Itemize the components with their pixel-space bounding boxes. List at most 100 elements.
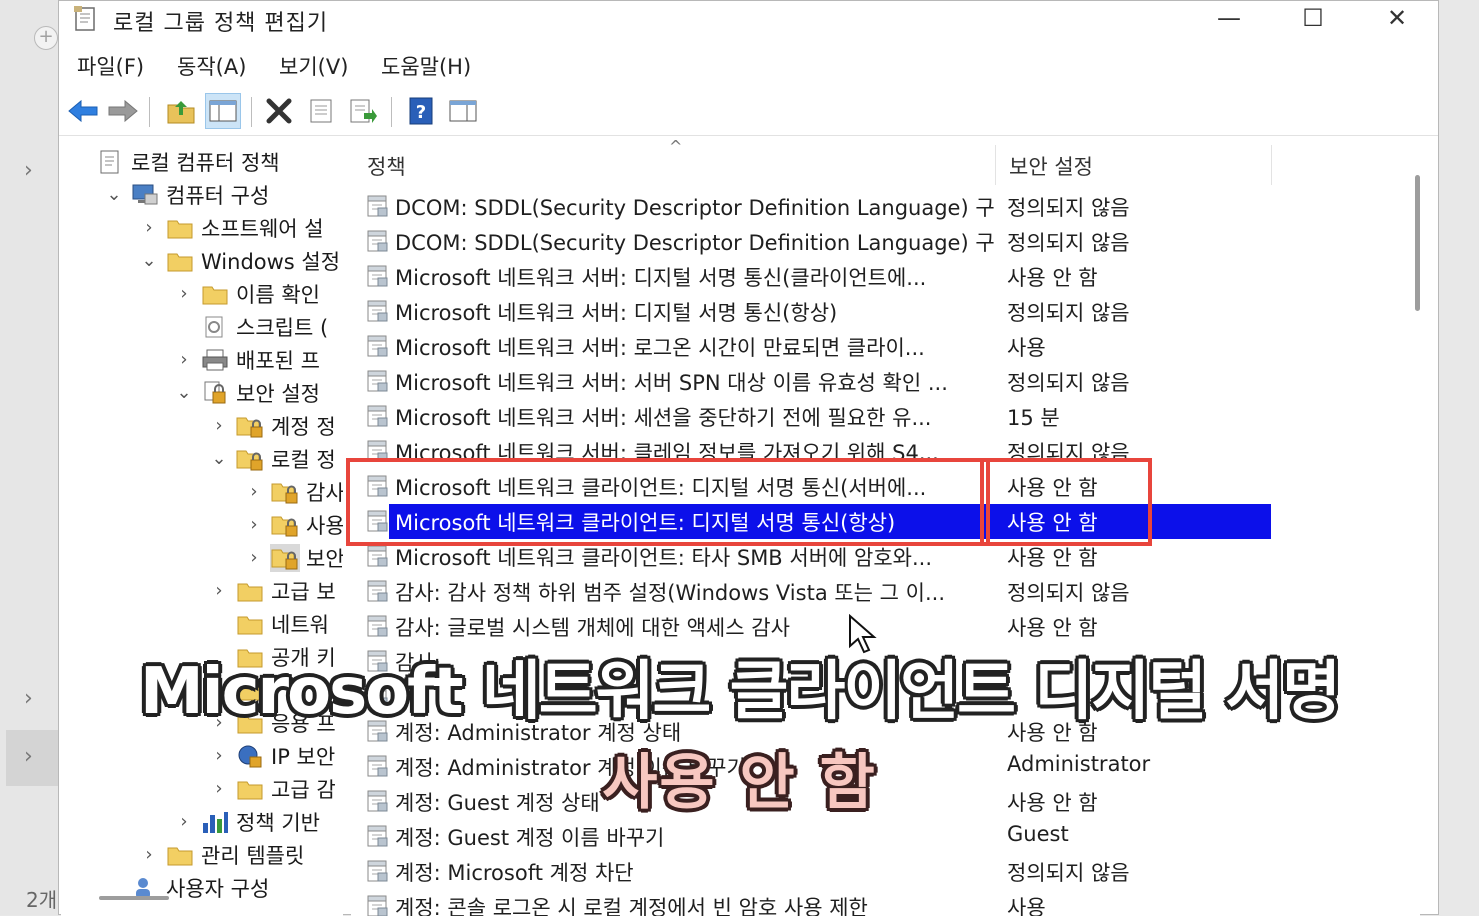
policy-name: Microsoft 네트워크 서버: 세션을 중단하기 전에 필요한 유... (395, 406, 932, 430)
lock-folder-icon (235, 412, 265, 440)
help-icon[interactable]: ? (403, 93, 439, 129)
menu-view[interactable]: 보기(V) (279, 51, 348, 81)
policy-row[interactable]: Microsoft 네트워크 서버: 세션을 중단하기 전에 필요한 유... 1… (351, 399, 1281, 434)
tree-item[interactable]: ⌄ 컴퓨터 구성 (104, 178, 269, 211)
sort-ascending-icon: ^ (669, 139, 683, 156)
tree-item[interactable]: 네트워 (209, 607, 329, 640)
show-hide-action-pane-icon[interactable] (445, 93, 481, 129)
policy-name: Microsoft 네트워크 서버: 로그온 시간이 만료되면 클라이... (395, 336, 925, 360)
expand-chevron-icon[interactable]: › (244, 547, 264, 568)
menu-action[interactable]: 동작(A) (177, 51, 246, 81)
tree-item-label: 보안 설정 (236, 381, 320, 406)
expand-chevron-icon[interactable]: › (139, 217, 159, 238)
menu-file[interactable]: 파일(F) (77, 51, 144, 81)
back-arrow-icon[interactable] (65, 93, 101, 129)
policy-row[interactable]: 계정: Microsoft 계정 차단 정의되지 않음 (351, 854, 1281, 889)
tree-item[interactable]: › 감사 (244, 475, 343, 508)
lock-folder-icon (270, 543, 300, 572)
menu-bar: 파일(F) 동작(A) 보기(V) 도움말(H) (59, 45, 1438, 85)
tree-item[interactable]: 스크립트 ( (174, 310, 328, 343)
tree-item[interactable]: › 사용 (244, 508, 343, 541)
policy-setting-icon (365, 368, 391, 394)
policy-row[interactable]: 계정: 콘솔 로그온 시 로컬 계정에서 빈 암호 사용 제한 사용 (351, 889, 1281, 916)
tree-item[interactable]: ⌄ 보안 설정 (174, 376, 320, 409)
expand-chevron-icon[interactable]: › (244, 514, 264, 535)
tree-item[interactable]: › 계정 정 (209, 409, 335, 442)
printer-icon (200, 346, 230, 374)
expand-chevron-icon[interactable]: › (174, 283, 194, 304)
folder-icon (165, 247, 195, 275)
expand-chevron-icon[interactable]: › (244, 481, 264, 502)
tree-item-label: 이름 확인 (236, 282, 320, 307)
title-bar: 로컬 그룹 정책 편집기 — ☐ ✕ (59, 1, 1438, 41)
lock-folder-icon (270, 511, 300, 539)
security-setting-value: 정의되지 않음 (1007, 196, 1130, 220)
properties-icon[interactable] (303, 93, 339, 129)
collapse-chevron-icon[interactable]: ⌄ (209, 448, 229, 469)
expand-chevron-icon[interactable]: › (174, 349, 194, 370)
tree-item[interactable]: › 보안 (244, 541, 343, 574)
security-setting-value: Guest (1007, 822, 1069, 846)
policy-setting-icon (365, 613, 391, 639)
folder-icon (165, 841, 195, 869)
minimize-button[interactable]: — (1187, 1, 1271, 35)
expand-chevron-icon[interactable]: › (209, 415, 229, 436)
menu-help[interactable]: 도움말(H) (381, 51, 471, 81)
column-header-policy[interactable]: 정책 (367, 151, 406, 181)
tree-item-label: 배포된 프 (236, 348, 320, 373)
tree-item[interactable]: › 배포된 프 (174, 343, 320, 376)
column-header-security-setting[interactable]: 보안 설정 (1009, 151, 1093, 181)
tree-item[interactable]: › 이름 확인 (174, 277, 320, 310)
security-setting-value: 정의되지 않음 (1007, 861, 1130, 885)
tree-item-label: 스크립트 ( (236, 315, 329, 340)
policy-row[interactable]: DCOM: SDDL(Security Descriptor Definitio… (351, 224, 1281, 259)
policy-row[interactable]: Microsoft 네트워크 서버: 서버 SPN 대상 이름 유효성 확인 .… (351, 364, 1281, 399)
tree-item[interactable]: › 관리 템플릿 (139, 838, 304, 871)
tree-item-label: 로컬 컴퓨터 정책 (131, 150, 280, 175)
policy-name: Microsoft 네트워크 클라이언트: 타사 SMB 서버에 암호와... (395, 546, 933, 570)
export-list-icon[interactable] (345, 93, 381, 129)
policy-row[interactable]: 감사: 감사 정책 하위 범주 설정(Windows Vista 또는 그 이.… (351, 574, 1281, 609)
chevron-right-icon[interactable]: › (24, 158, 33, 183)
policy-row[interactable]: 계정: Guest 계정 이름 바꾸기 Guest (351, 819, 1281, 854)
up-folder-icon[interactable] (163, 93, 199, 129)
tree-item[interactable]: 로컬 컴퓨터 정책 (69, 145, 280, 178)
collapse-chevron-icon[interactable]: ⌄ (104, 184, 124, 205)
add-icon[interactable]: + (34, 26, 58, 50)
tree-item[interactable]: › 소프트웨어 설 (139, 211, 324, 244)
folder-icon (165, 214, 195, 242)
lock-folder-icon (235, 445, 265, 473)
lock-folder-icon (270, 478, 300, 506)
policy-row[interactable]: DCOM: SDDL(Security Descriptor Definitio… (351, 189, 1281, 224)
policy-name: DCOM: SDDL(Security Descriptor Definitio… (395, 196, 995, 220)
tree-horizontal-scrollbar[interactable] (99, 896, 169, 900)
tree-item[interactable]: › 고급 보 (209, 574, 335, 607)
policy-name: Microsoft 네트워크 서버: 디지털 서명 통신(클라이언트에... (395, 266, 927, 290)
tree-item[interactable]: ⌄ Windows 설정 (139, 244, 340, 277)
policy-row[interactable]: Microsoft 네트워크 서버: 로그온 시간이 만료되면 클라이... 사용 (351, 329, 1281, 364)
expand-chevron-icon[interactable]: › (209, 580, 229, 601)
policy-setting-icon (365, 298, 391, 324)
show-hide-tree-icon[interactable] (205, 93, 241, 129)
policy-setting-icon (365, 193, 391, 219)
close-button[interactable]: ✕ (1355, 1, 1439, 35)
tree-item-label: 소프트웨어 설 (201, 216, 324, 241)
expand-chevron-icon[interactable]: › (139, 844, 159, 865)
tree-item[interactable]: ⌄ 로컬 정 (209, 442, 335, 475)
policy-setting-icon (365, 333, 391, 359)
policy-row[interactable]: 감사: 글로벌 시스템 개체에 대한 액세스 감사 사용 안 함 (351, 609, 1281, 644)
delete-icon[interactable] (261, 93, 297, 129)
policy-row[interactable]: Microsoft 네트워크 서버: 디지털 서명 통신(항상) 정의되지 않음 (351, 294, 1281, 329)
folder-icon (235, 610, 265, 638)
security-setting-value: 사용 (1007, 896, 1046, 916)
computer-icon (130, 181, 160, 209)
collapse-chevron-icon[interactable]: ⌄ (139, 250, 159, 271)
collapse-chevron-icon[interactable]: ⌄ (174, 382, 194, 403)
policy-row[interactable]: Microsoft 네트워크 서버: 디지털 서명 통신(클라이언트에... 사용… (351, 259, 1281, 294)
tree-item-label: 보안 (306, 546, 343, 571)
policy-setting-icon (365, 893, 391, 916)
maximize-button[interactable]: ☐ (1271, 1, 1355, 35)
caption-line-2: 사용 안 함 (602, 748, 877, 818)
highlight-box-policy (346, 458, 990, 546)
forward-arrow-icon[interactable] (105, 93, 141, 129)
